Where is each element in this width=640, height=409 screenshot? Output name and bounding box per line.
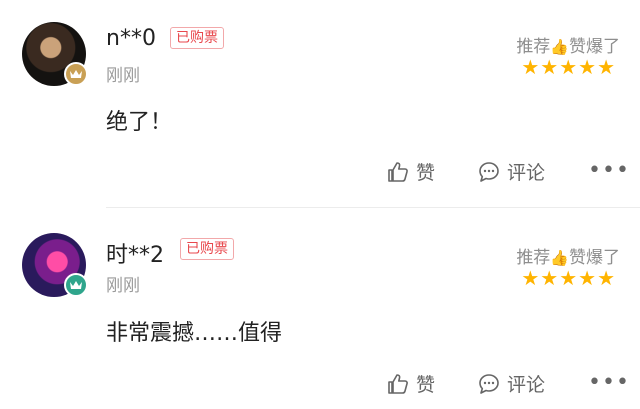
username[interactable]: 时**2 xyxy=(106,237,164,269)
crown-icon xyxy=(64,273,88,297)
comment-icon xyxy=(479,373,499,394)
thumbs-up-icon: 👍 xyxy=(550,249,569,267)
recommend-text: 推荐 xyxy=(516,248,551,268)
comment-button[interactable]: 评论 xyxy=(477,370,545,397)
like-icon xyxy=(388,373,408,394)
verdict-text: 赞爆了 xyxy=(569,248,620,268)
like-button[interactable]: 赞 xyxy=(386,370,435,397)
more-options-icon[interactable]: ••• xyxy=(588,370,630,395)
review-content: 非常震撼……值得 xyxy=(106,321,283,346)
comment-label: 评论 xyxy=(507,374,546,396)
star-rating: ★★★★★ xyxy=(521,266,616,290)
review-card: 时**2 已购票 刚刚 推荐👍赞爆了 ★★★★★ 非常震撼……值得 赞 评论 •… xyxy=(0,0,640,409)
purchased-badge: 已购票 xyxy=(180,238,234,260)
like-label: 赞 xyxy=(416,374,436,396)
review-time: 刚刚 xyxy=(106,276,140,296)
recommend-label: 推荐👍赞爆了 xyxy=(516,243,620,268)
